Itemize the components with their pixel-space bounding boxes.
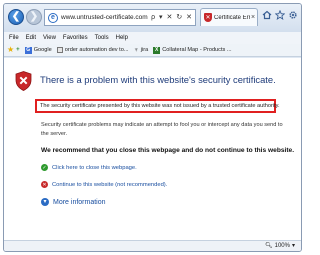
menu-file[interactable]: File: [9, 35, 19, 41]
address-tools[interactable]: ρ ▾ ✕ ↻ ✕: [151, 13, 193, 21]
favorite-label: jira: [140, 47, 149, 53]
menu-bar: File Edit View Favorites Tools Help: [4, 32, 301, 44]
favorites-bar: ★ + G Google order automation dev to... …: [4, 44, 301, 57]
favorite-jira[interactable]: ♆ jira: [133, 47, 148, 54]
tab-close-button[interactable]: ×: [251, 14, 255, 21]
status-bar: 🔍︎ 100% ▾: [4, 240, 301, 251]
tab-label: Certificate Error: Navi...: [214, 14, 250, 21]
address-bar[interactable]: e ρ ▾ ✕ ↻ ✕: [44, 9, 196, 26]
favorite-collateral-map[interactable]: X Collateral Map - Products ...: [153, 46, 232, 54]
more-information-label: More information: [53, 198, 106, 206]
check-icon: ✓: [41, 164, 48, 171]
error-message: The security certificate presented by th…: [40, 103, 280, 109]
zoom-control[interactable]: 🔍︎ 100% ▾: [265, 242, 295, 250]
gear-icon[interactable]: [288, 10, 298, 20]
zoom-level: 100%: [274, 242, 290, 249]
address-input[interactable]: [61, 14, 157, 21]
page-title: There is a problem with this website's s…: [40, 74, 276, 85]
chevron-down-icon: ▾: [291, 243, 295, 249]
jira-icon: ♆: [133, 46, 139, 54]
shield-x-icon: ✕: [41, 181, 48, 188]
recommendation-text: We recommend that you close this webpage…: [41, 147, 295, 154]
more-information-toggle[interactable]: ▾ More information: [41, 198, 106, 206]
zoom-icon: 🔍︎: [265, 243, 273, 249]
favorites-star-icon[interactable]: [275, 10, 285, 20]
shield-error-icon: ✕: [204, 13, 212, 22]
close-webpage-link[interactable]: Click here to close this webpage.: [52, 165, 137, 171]
menu-favorites[interactable]: Favorites: [63, 35, 88, 41]
favorite-order-automation[interactable]: order automation dev to...: [56, 47, 129, 53]
menu-help[interactable]: Help: [116, 35, 128, 41]
navigation-bar: ❮ ❯ e ρ ▾ ✕ ↻ ✕ ✕ Certificate Error: Nav…: [4, 4, 301, 32]
error-highlight-box: The security certificate presented by th…: [35, 99, 280, 113]
favorite-google[interactable]: G Google: [24, 46, 52, 54]
excel-icon: X: [153, 46, 161, 54]
warning-paragraph: Security certificate problems may indica…: [41, 122, 283, 137]
google-icon: G: [24, 46, 32, 54]
menu-tools[interactable]: Tools: [95, 35, 109, 41]
home-icon[interactable]: [262, 10, 272, 20]
menu-edit[interactable]: Edit: [26, 35, 36, 41]
page-icon: [56, 47, 63, 53]
forward-button[interactable]: ❯: [26, 9, 42, 25]
back-button[interactable]: ❮: [8, 9, 24, 25]
favorite-label: order automation dev to...: [64, 47, 129, 53]
favorite-label: Collateral Map - Products ...: [162, 47, 232, 53]
browser-window: ❮ ❯ e ρ ▾ ✕ ↻ ✕ ✕ Certificate Error: Nav…: [3, 3, 302, 252]
add-favorite-icon: +: [16, 47, 20, 53]
shield-error-icon: [15, 71, 32, 91]
tab-certificate-error[interactable]: ✕ Certificate Error: Navi... ×: [200, 8, 258, 26]
page-content: There is a problem with this website's s…: [4, 58, 301, 240]
continue-option[interactable]: ✕ Continue to this website (not recommen…: [41, 181, 167, 188]
favorite-label: Google: [33, 47, 52, 53]
star-icon: ★: [7, 45, 15, 54]
continue-link[interactable]: Continue to this website (not recommende…: [52, 182, 167, 188]
close-webpage-option[interactable]: ✓ Click here to close this webpage.: [41, 164, 137, 171]
favorites-button[interactable]: ★ +: [7, 46, 20, 54]
menu-view[interactable]: View: [43, 35, 56, 41]
chevron-down-icon: ▾: [41, 198, 49, 206]
site-icon: e: [48, 12, 58, 23]
toolbar-icons: [262, 10, 298, 20]
